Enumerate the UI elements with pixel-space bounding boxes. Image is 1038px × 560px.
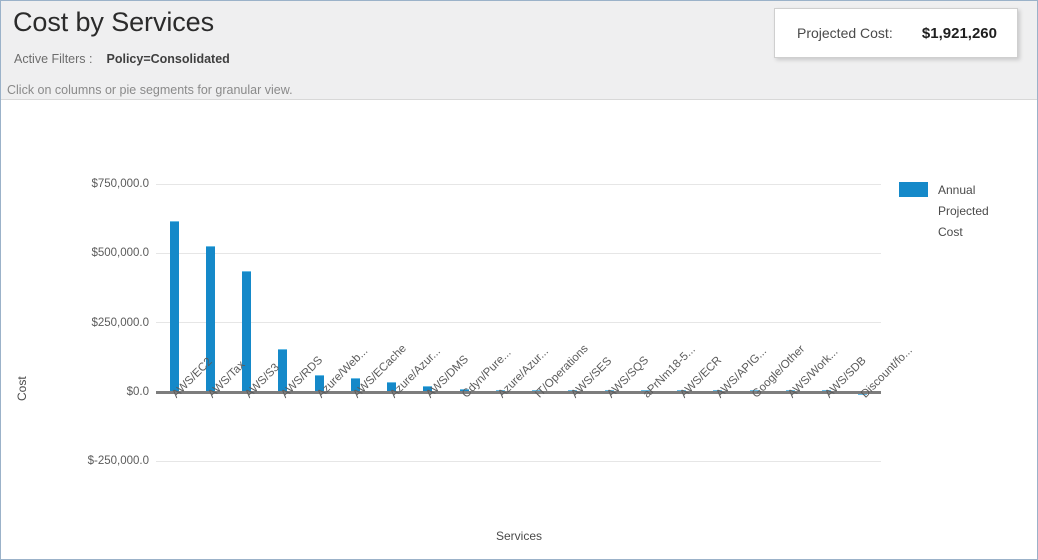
projected-cost-card: Projected Cost: $1,921,260 <box>774 8 1018 58</box>
legend-swatch-annual-projected-cost <box>899 182 928 197</box>
x-axis-title: Services <box>495 529 542 543</box>
x-axis-tick-labels: AWS/EC2 AWS/Tax AWS/S3 AWS/RDS Azure/Web... A… <box>156 343 915 512</box>
granular-view-hint: Click on columns or pie segments for gra… <box>7 83 293 97</box>
bar-series-annual-projected-cost[interactable] <box>156 184 881 396</box>
page-title: Cost by Services <box>13 7 214 37</box>
cost-by-services-panel: Cost by Services Active Filters : Policy=… <box>0 0 1038 560</box>
chart-canvas[interactable]: Cost $750,000.0 $500,000.0 $250,000.0 $0.0 $… <box>1 101 1037 559</box>
projected-cost-value: $1,921,260 <box>921 24 997 42</box>
y-tick-0: $0.0 <box>126 386 149 398</box>
legend-label-annual-projected-cost: Annual Projected Cost <box>938 183 989 239</box>
projected-cost-label: Projected Cost: <box>797 25 893 41</box>
y-tick-250000: $250,000.0 <box>91 316 149 329</box>
bar-aws-s3[interactable] <box>242 270 252 392</box>
bar-aws-ec2[interactable] <box>169 221 179 392</box>
chart-legend: Annual Projected Cost <box>899 180 1000 243</box>
y-axis-title: Cost <box>15 376 29 401</box>
y-axis-tick-labels: $750,000.0 $500,000.0 $250,000.0 $0.0 $-250,… <box>61 178 149 467</box>
y-tick-500000: $500,000.0 <box>91 247 149 260</box>
panel-header: Cost by Services Active Filters : Policy=… <box>1 1 1037 100</box>
y-tick--250000: $-250,000.0 <box>87 455 149 468</box>
active-filters-label: Active Filters : <box>14 52 93 66</box>
plot-area[interactable] <box>156 184 881 462</box>
active-filters-value[interactable]: Policy=Consolidated <box>107 52 230 66</box>
active-filters: Active Filters : Policy=Consolidated <box>14 52 230 66</box>
y-tick-750000: $750,000.0 <box>91 178 149 190</box>
